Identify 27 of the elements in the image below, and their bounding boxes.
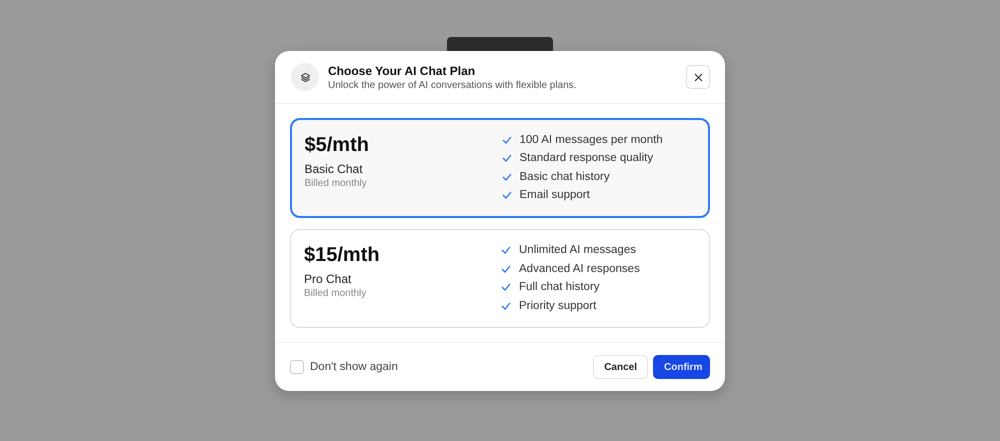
feature-text: 100 AI messages per month [520,134,663,146]
plan-card[interactable]: $15/mth Pro Chat Billed monthly Unlimited AI messages Advanced AI responses Full chat history Priority support [290,229,710,328]
cancel-button[interactable]: Cancel [593,355,648,379]
close-icon [694,72,702,82]
plan-price: $5/mth [304,134,370,156]
plan-name: Pro Chat [304,272,352,286]
check-icon [502,136,512,144]
plan-card[interactable]: $5/mth Basic Chat Billed monthly 100 AI messages per month Standard response quality Basic chat history Email support [290,118,710,218]
dialog-title: Choose Your AI Chat Plan [328,64,476,78]
layers-icon [291,63,319,91]
plan-name: Basic Chat [304,162,364,176]
feature-text: Priority support [519,300,596,312]
check-icon [501,246,511,254]
checkbox[interactable] [290,360,304,374]
confirm-button[interactable]: Confirm [653,355,710,379]
dialog-subtitle: Unlock the power of AI conversations with flexible plans. [328,80,578,90]
feature-text: Standard response quality [520,152,654,164]
plan-price: $15/mth [304,244,381,267]
feature-text: Advanced AI responses [519,262,640,275]
checkbox-label: Don't show again [310,361,398,373]
close-button[interactable] [686,65,710,89]
feature-text: Email support [520,189,590,202]
billing-note: Billed monthly [304,288,368,299]
billing-note: Billed monthly [304,178,368,188]
feature-text: Basic chat history [520,170,610,183]
feature-text: Unlimited AI messages [519,244,636,256]
feature-text: Full chat history [519,281,600,294]
